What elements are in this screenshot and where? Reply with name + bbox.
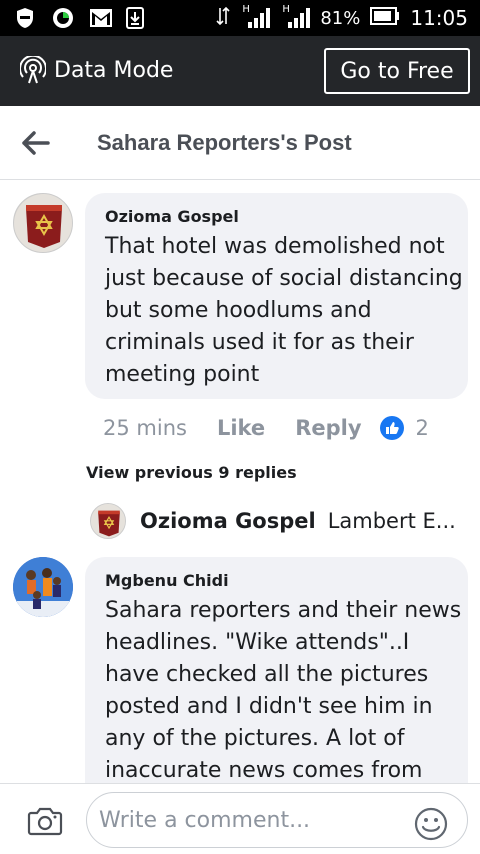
reply-avatar[interactable] (90, 503, 126, 539)
reply-author[interactable]: Ozioma Gospel (140, 509, 316, 533)
camera-icon[interactable] (27, 806, 63, 841)
emoji-icon[interactable] (414, 807, 448, 846)
data-mode-label: Data Mode (54, 58, 174, 83)
like-button[interactable]: Like (217, 416, 265, 440)
reaction-count[interactable]: 2 (416, 416, 429, 440)
comment-author[interactable]: Ozioma Gospel (105, 207, 239, 226)
data-mode-bar: Data Mode Go to Free (0, 36, 480, 106)
comment-bubble[interactable]: Mgbenu Chidi Sahara reporters and their … (85, 557, 468, 783)
gmail-icon (88, 7, 114, 29)
post-header: Sahara Reporters's Post (0, 106, 480, 180)
signal-icon-1: H (240, 4, 271, 30)
reply-snippet: Lambert E... (327, 509, 456, 533)
avatar[interactable] (13, 557, 73, 617)
reply-button[interactable]: Reply (295, 416, 361, 440)
comment-meta: 25 mins Like Reply 2 (103, 416, 429, 440)
shield-icon (14, 7, 36, 29)
comment-composer (0, 783, 480, 854)
back-arrow-icon[interactable] (22, 130, 50, 156)
comment-time: 25 mins (103, 416, 187, 440)
data-saver-icon (52, 7, 74, 29)
data-transfer-icon (216, 6, 230, 31)
page-title: Sahara Reporters's Post (97, 130, 352, 155)
download-icon (124, 7, 146, 29)
battery-percent: 81% (320, 7, 361, 29)
clock: 11:05 (410, 6, 468, 30)
status-right: H H 81% 11:05 (216, 0, 468, 36)
reply-preview[interactable]: Ozioma Gospel Lambert E... (90, 502, 456, 540)
like-reaction-icon (379, 416, 404, 440)
signal-icon-2: H (280, 4, 311, 30)
comment-author[interactable]: Mgbenu Chidi (105, 571, 229, 590)
comments-thread: Ozioma Gospel That hotel was demolished … (0, 180, 480, 783)
comment-input[interactable] (86, 792, 468, 848)
go-to-free-button[interactable]: Go to Free (324, 48, 470, 94)
view-previous-replies-link[interactable]: View previous 9 replies (86, 463, 297, 482)
broadcast-icon (19, 54, 47, 89)
comment-text: That hotel was demolished not just becau… (105, 234, 463, 387)
avatar[interactable] (13, 193, 73, 253)
battery-icon (370, 6, 400, 30)
comment-bubble[interactable]: Ozioma Gospel That hotel was demolished … (85, 193, 468, 399)
status-bar: H H 81% 11:05 (0, 0, 480, 36)
comment-text: Sahara reporters and their news headline… (105, 598, 462, 783)
